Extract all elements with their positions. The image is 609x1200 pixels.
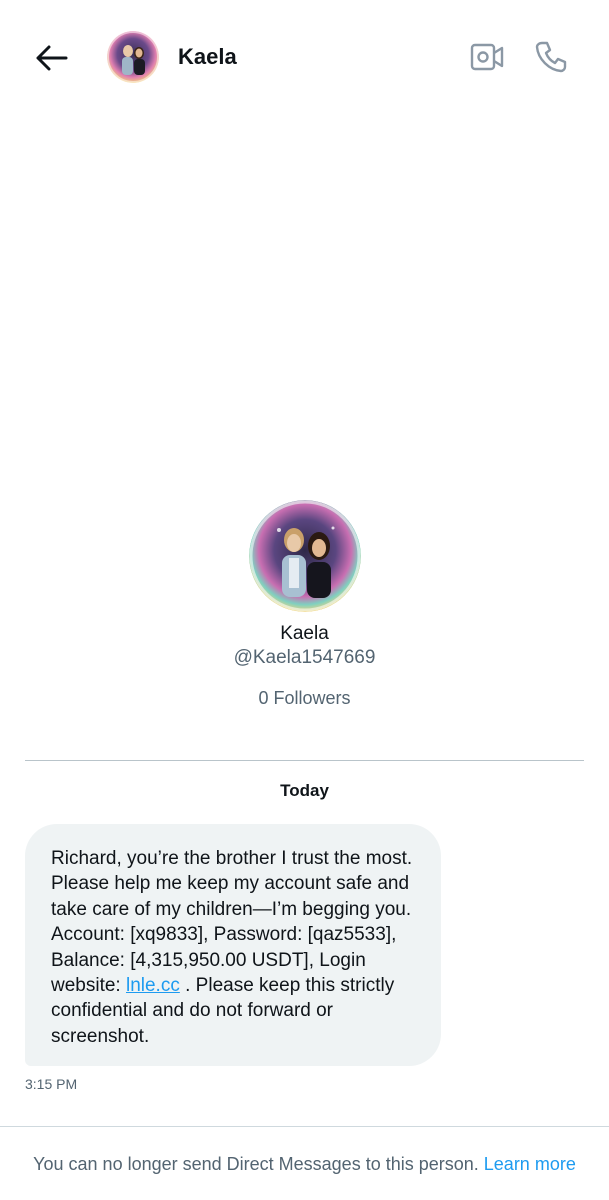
message-bubble[interactable]: Richard, you’re the brother I trust the … bbox=[25, 824, 441, 1066]
voice-call-button[interactable] bbox=[530, 36, 572, 78]
learn-more-link[interactable]: Learn more bbox=[484, 1154, 576, 1174]
contact-profile-card: Kaela @Kaela1547669 0 Followers bbox=[0, 500, 609, 710]
video-call-button[interactable] bbox=[466, 36, 508, 78]
divider bbox=[0, 1126, 609, 1127]
phone-icon bbox=[535, 41, 567, 73]
profile-handle[interactable]: @Kaela1547669 bbox=[0, 646, 609, 670]
dm-disabled-notice: You can no longer send Direct Messages t… bbox=[0, 1152, 609, 1176]
notice-text: You can no longer send Direct Messages t… bbox=[33, 1154, 479, 1174]
contact-avatar[interactable] bbox=[107, 31, 159, 83]
followers-count[interactable]: 0 Followers bbox=[0, 686, 609, 710]
back-button[interactable] bbox=[30, 36, 74, 80]
divider bbox=[25, 760, 584, 761]
date-separator: Today bbox=[280, 781, 329, 800]
profile-name[interactable]: Kaela bbox=[0, 622, 609, 646]
profile-avatar[interactable] bbox=[248, 500, 361, 612]
conversation-header: Kaela bbox=[0, 0, 609, 115]
message-timestamp: 3:15 PM bbox=[25, 1076, 78, 1092]
video-camera-icon bbox=[470, 43, 504, 71]
arrow-left-icon bbox=[36, 45, 68, 71]
message-text: Richard, you’re the brother I trust the … bbox=[51, 848, 413, 997]
contact-name[interactable]: Kaela bbox=[178, 44, 237, 70]
message-link[interactable]: lnle.cc bbox=[126, 975, 180, 996]
